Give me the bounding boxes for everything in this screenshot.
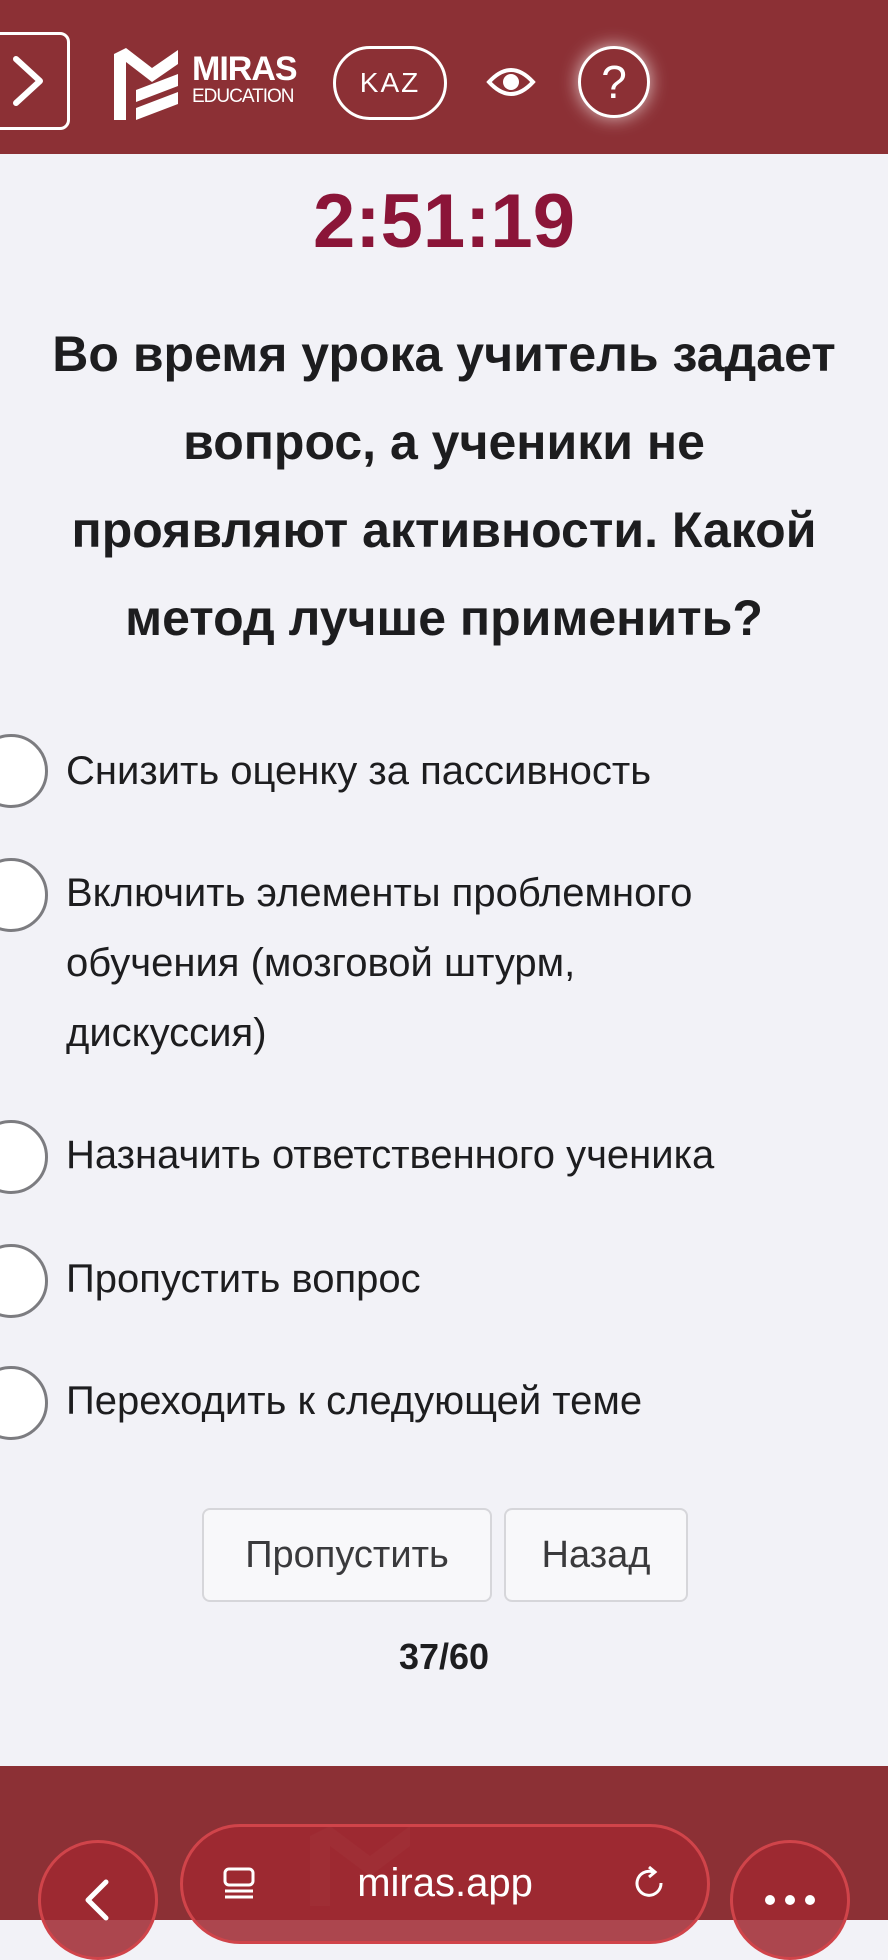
ellipsis-icon — [765, 1895, 815, 1905]
logo-title: MIRAS — [192, 50, 298, 88]
option-label: Снизить оценку за пассивность — [66, 749, 652, 793]
help-button[interactable]: ? — [578, 46, 650, 118]
option-label: Включить элементы проблемного обучения (… — [66, 871, 693, 1055]
address-bar[interactable]: miras.app — [180, 1824, 710, 1944]
question-line: Во время урока учитель задает — [52, 326, 836, 382]
skip-button[interactable]: Пропустить — [202, 1508, 492, 1602]
browser-back-button[interactable] — [38, 1840, 158, 1960]
option-label: Переходить к следующей теме — [66, 1379, 643, 1423]
menu-toggle-button[interactable] — [0, 32, 70, 130]
question-line: вопрос, а ученики не — [183, 414, 705, 470]
back-button[interactable]: Назад — [504, 1508, 688, 1602]
browser-toolbar: miras.app — [0, 1766, 888, 1960]
radio-button[interactable] — [0, 734, 48, 808]
reload-icon — [635, 1865, 663, 1897]
radio-button[interactable] — [0, 1120, 48, 1194]
radio-button[interactable] — [0, 1366, 48, 1440]
chevron-left-icon — [85, 1879, 109, 1921]
question-line: метод лучше применить? — [125, 590, 763, 646]
miras-logo: MIRAS EDUCATION — [112, 46, 302, 124]
option-label: Назначить ответственного ученика — [66, 1133, 715, 1177]
question-line: проявляют активности. Какой — [71, 502, 817, 558]
question-text: Во время урока учитель задает вопрос, а … — [0, 310, 888, 662]
logo-mark-icon — [114, 48, 178, 120]
more-options-button[interactable] — [730, 1840, 850, 1960]
radio-button[interactable] — [0, 858, 48, 932]
countdown-timer: 2:51:19 — [313, 179, 575, 264]
app-header: MIRAS EDUCATION KAZ ? — [0, 0, 888, 154]
option-label: Пропустить вопрос — [66, 1257, 421, 1301]
visibility-toggle-button[interactable] — [486, 62, 536, 102]
language-button[interactable]: KAZ — [333, 46, 447, 120]
question-progress: 37/60 — [398, 1636, 490, 1677]
chevron-right-icon — [13, 56, 43, 106]
logo-subtitle: EDUCATION — [192, 86, 294, 107]
radio-button[interactable] — [0, 1244, 48, 1318]
eye-icon — [486, 68, 536, 96]
